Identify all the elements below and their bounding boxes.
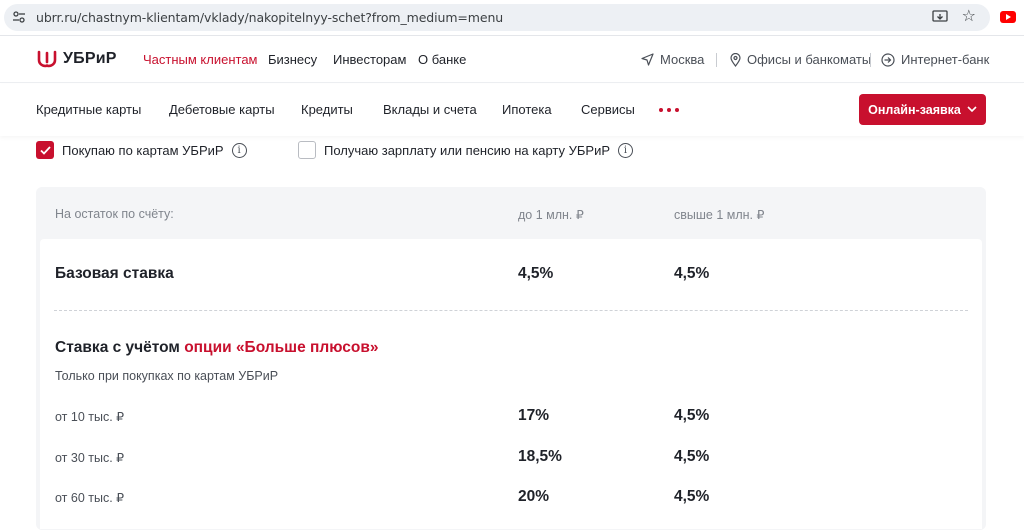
tier-rate-up-to-1m: 18,5% (518, 448, 562, 465)
divider (716, 53, 717, 67)
logo[interactable]: УБРиР (36, 48, 117, 70)
nav-loans[interactable]: Кредиты (301, 102, 353, 117)
header-balance: На остаток по счёту: (55, 207, 174, 221)
offices-label: Офисы и банкоматы (747, 52, 872, 67)
tier-rate-over-1m: 4,5% (674, 407, 710, 424)
browser-toolbar: ubrr.ru/chastnym-klientam/vklady/nakopit… (0, 0, 1024, 36)
info-icon[interactable]: i (618, 142, 634, 158)
option-more-plus-link[interactable]: опции «Больше плюсов» (184, 339, 378, 356)
filter-buy-cards-label: Покупаю по картам УБРиР (62, 142, 224, 158)
city-selector[interactable]: Москва (641, 52, 704, 67)
checkmark-icon (39, 145, 51, 155)
tier-label: от 60 тыс. ₽ (55, 491, 125, 505)
address-bar[interactable]: ubrr.ru/chastnym-klientam/vklady/nakopit… (4, 4, 990, 31)
base-rate-over-1m: 4,5% (674, 265, 710, 282)
divider (870, 53, 871, 67)
nav-business[interactable]: Бизнесу (268, 52, 317, 67)
offices-link[interactable]: Офисы и банкоматы (730, 52, 871, 67)
nav-debit-cards[interactable]: Дебетовые карты (169, 102, 275, 117)
internet-bank-link[interactable]: Интернет-банк (881, 52, 989, 67)
nav-about-bank[interactable]: О банке (418, 52, 466, 67)
logo-mark-icon (37, 50, 57, 68)
url-text[interactable]: ubrr.ru/chastnym-klientam/vklady/nakopit… (36, 10, 503, 25)
rates-table: На остаток по счёту: до 1 млн. ₽ свыше 1… (36, 187, 986, 530)
header-up-to-1m: до 1 млн. ₽ (518, 208, 584, 222)
bookmark-star-icon[interactable]: ☆ (962, 7, 976, 27)
login-icon (881, 52, 895, 67)
top-navigation: УБРиР Частным клиентам Бизнесу Инвестора… (0, 37, 1024, 83)
city-label: Москва (660, 52, 705, 67)
map-pin-icon (730, 52, 741, 67)
row-divider (54, 310, 968, 311)
tier-rate-over-1m: 4,5% (674, 448, 710, 465)
logo-text: УБРиР (63, 50, 117, 67)
chevron-down-icon (967, 106, 977, 113)
nav-investors[interactable]: Инвесторам (333, 52, 406, 67)
nav-services[interactable]: Сервисы (581, 102, 635, 117)
site-settings-icon[interactable] (12, 10, 26, 24)
checkbox-unchecked[interactable] (298, 141, 316, 159)
internet-bank-label: Интернет-банк (901, 52, 990, 67)
info-icon[interactable]: i (231, 142, 247, 158)
header-over-1m: свыше 1 млн. ₽ (674, 208, 765, 222)
base-rate-up-to-1m: 4,5% (518, 265, 554, 282)
tier-rate-up-to-1m: 20% (518, 488, 550, 505)
tier-rate-over-1m: 4,5% (674, 488, 710, 505)
online-application-label: Онлайн-заявка (868, 102, 961, 117)
nav-deposits[interactable]: Вклады и счета (383, 102, 477, 117)
table-header: На остаток по счёту: до 1 млн. ₽ свыше 1… (36, 187, 986, 239)
nav-private-clients[interactable]: Частным клиентам (143, 52, 258, 67)
tier-label: от 10 тыс. ₽ (55, 410, 125, 424)
table-body: Базовая ставка 4,5% 4,5% Ставка с учётом… (40, 239, 982, 529)
install-app-icon[interactable] (932, 10, 948, 24)
nav-mortgage[interactable]: Ипотека (502, 102, 552, 117)
tier-label: от 30 тыс. ₽ (55, 451, 125, 465)
more-menu-icon[interactable] (659, 108, 679, 112)
youtube-extension-icon[interactable] (1000, 11, 1016, 23)
filter-salary[interactable]: Получаю зарплату или пенсию на карту УБР… (298, 141, 634, 159)
filter-buy-cards[interactable]: Покупаю по картам УБРиР i (36, 141, 247, 159)
option-rate-title: Ставка с учётом опции «Больше плюсов» (55, 339, 378, 357)
tier-rate-up-to-1m: 17% (518, 407, 550, 424)
checkbox-checked[interactable] (36, 141, 54, 159)
nav-credit-cards[interactable]: Кредитные карты (36, 102, 141, 117)
option-rate-title-prefix: Ставка с учётом (55, 339, 185, 356)
online-application-button[interactable]: Онлайн-заявка (859, 94, 986, 125)
location-arrow-icon (641, 53, 654, 66)
filter-salary-label: Получаю зарплату или пенсию на карту УБР… (324, 142, 611, 158)
base-rate-label: Базовая ставка (55, 265, 174, 282)
option-note: Только при покупках по картам УБРиР (55, 369, 279, 383)
